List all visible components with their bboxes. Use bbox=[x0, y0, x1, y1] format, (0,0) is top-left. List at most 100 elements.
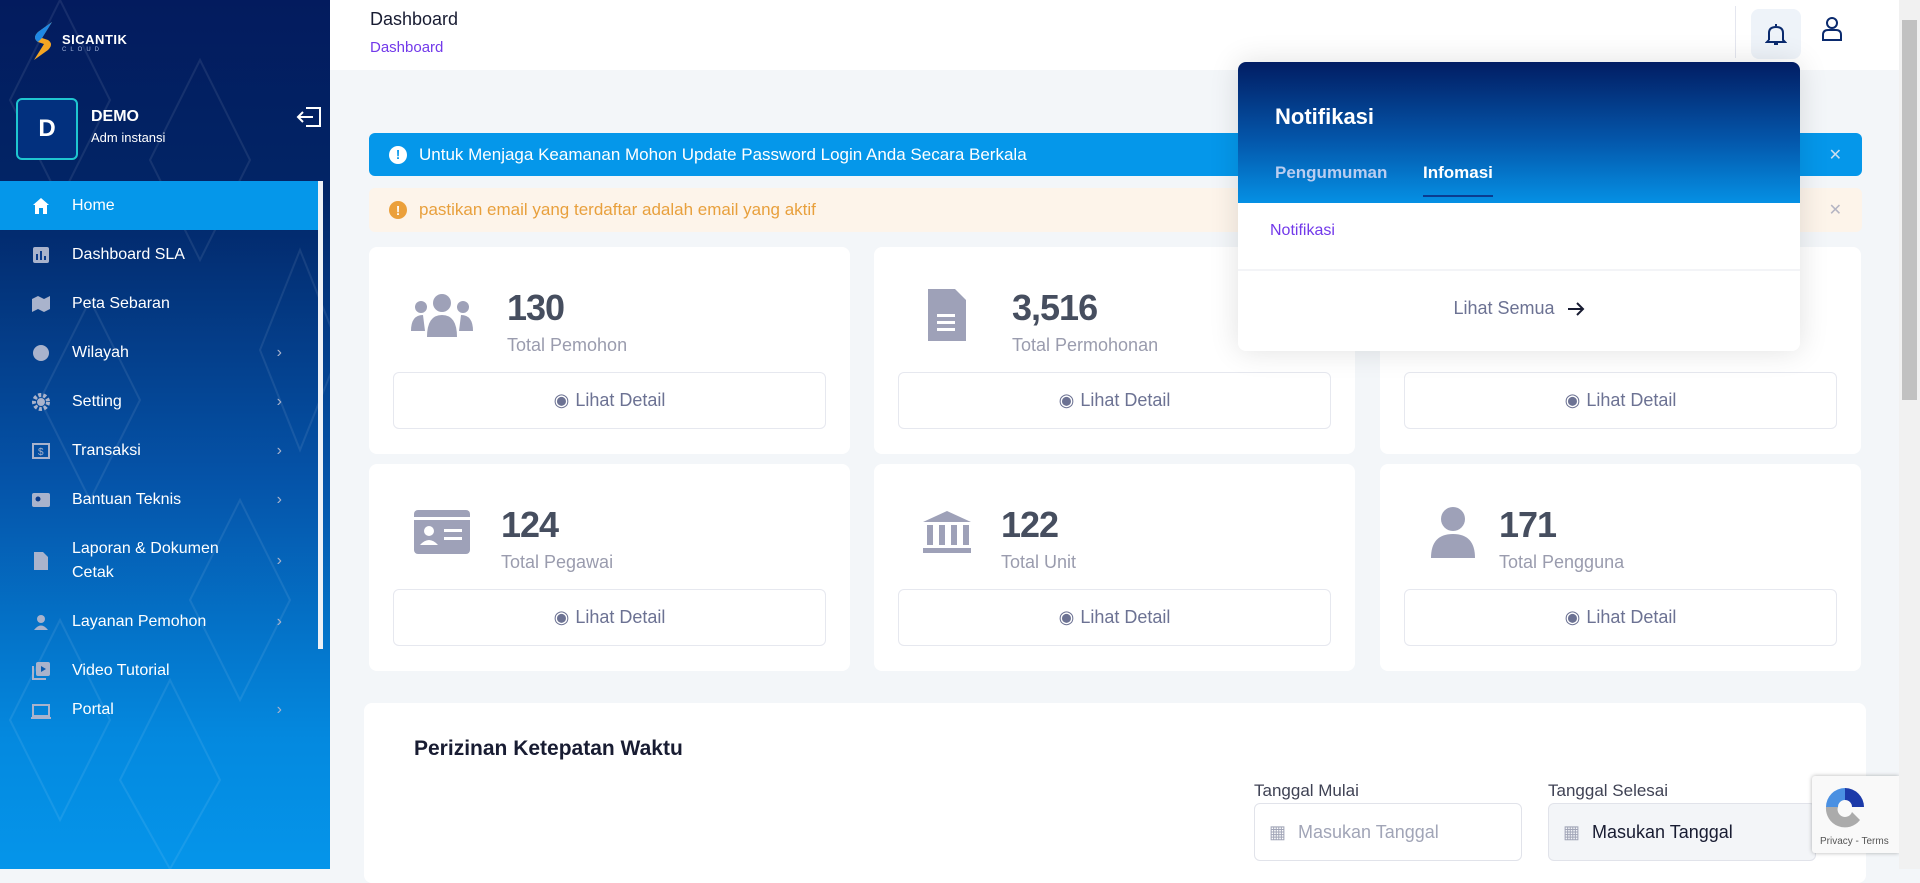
page-title: Dashboard bbox=[370, 9, 459, 29]
chevron-right-icon: › bbox=[276, 701, 282, 718]
sidebar-item-bantuan-teknis[interactable]: Bantuan Teknis › bbox=[0, 475, 318, 524]
stat-card-pemohon: 130 Total Pemohon ◉ Lihat Detail bbox=[369, 247, 850, 454]
user-name: DEMO bbox=[91, 108, 139, 125]
chevron-right-icon: › bbox=[276, 343, 282, 361]
stat-card-pegawai: 124 Total Pegawai ◉ Lihat Detail bbox=[369, 464, 850, 671]
sidebar-item-label: Portal bbox=[72, 701, 114, 718]
sidebar-item-label: Home bbox=[72, 196, 115, 214]
button-label: Lihat Detail bbox=[1586, 390, 1677, 410]
calendar-icon: ▦ bbox=[1269, 821, 1287, 842]
sidebar-scrollbar[interactable] bbox=[318, 181, 323, 649]
brand-name: SICANTIK bbox=[62, 31, 128, 47]
sidebar-item-video-tutorial[interactable]: Video Tutorial bbox=[0, 646, 318, 695]
tab-pengumuman[interactable]: Pengumuman bbox=[1275, 163, 1387, 195]
lihat-detail-button[interactable]: ◉ Lihat Detail bbox=[898, 372, 1331, 429]
arrow-right-icon bbox=[1567, 301, 1584, 316]
user-role: Adm instansi bbox=[91, 130, 166, 145]
chart-icon bbox=[30, 244, 52, 266]
sidebar-item-transaksi[interactable]: $ Transaksi › bbox=[0, 426, 318, 475]
sidebar-item-home[interactable]: Home bbox=[0, 181, 318, 230]
sidebar-item-setting[interactable]: Setting › bbox=[0, 377, 318, 426]
perizinan-panel: Perizinan Ketepatan Waktu Tanggal Mulai … bbox=[364, 703, 1866, 883]
lihat-detail-button[interactable]: ◉ Lihat Detail bbox=[393, 589, 826, 646]
placeholder: Masukan Tanggal bbox=[1298, 821, 1439, 842]
money-icon: $ bbox=[30, 440, 52, 462]
stat-value: 122 bbox=[1001, 504, 1059, 545]
bank-icon bbox=[914, 502, 980, 562]
chevron-right-icon: › bbox=[276, 612, 282, 630]
stat-label: Total Pemohon bbox=[507, 335, 628, 355]
id-card-icon bbox=[409, 502, 475, 562]
input-value: Masukan Tanggal bbox=[1592, 821, 1733, 842]
page-scrollbar[interactable] bbox=[1899, 0, 1920, 869]
stat-value: 3,516 bbox=[1012, 287, 1098, 328]
eye-icon: ◉ bbox=[553, 607, 570, 627]
brand-logo[interactable]: SICANTIK CLOUD bbox=[30, 20, 127, 64]
alert-text: Untuk Menjaga Keamanan Mohon Update Pass… bbox=[419, 144, 1027, 164]
lihat-detail-button[interactable]: ◉ Lihat Detail bbox=[1404, 372, 1837, 429]
document-icon bbox=[30, 550, 52, 572]
close-icon[interactable]: ✕ bbox=[1829, 145, 1842, 165]
close-icon[interactable]: ✕ bbox=[1829, 200, 1842, 220]
sidebar-item-layanan-pemohon[interactable]: Layanan Pemohon › bbox=[0, 597, 318, 646]
divider bbox=[1735, 6, 1736, 58]
lihat-detail-button[interactable]: ◉ Lihat Detail bbox=[1404, 589, 1837, 646]
end-date-input[interactable]: ▦ Masukan Tanggal bbox=[1548, 803, 1816, 861]
breadcrumb[interactable]: Dashboard bbox=[370, 39, 443, 56]
eye-icon: ◉ bbox=[1058, 607, 1075, 627]
sidebar-menu: Home Dashboard SLA Peta Sebaran Wilayah ›… bbox=[0, 181, 318, 723]
person-icon bbox=[30, 611, 52, 633]
logo-icon bbox=[34, 22, 52, 60]
exclamation-icon: ! bbox=[389, 145, 407, 164]
eye-icon: ◉ bbox=[1564, 390, 1581, 410]
video-icon bbox=[30, 660, 52, 682]
button-label: Lihat Detail bbox=[1080, 390, 1171, 410]
eye-icon: ◉ bbox=[1058, 390, 1075, 410]
sidebar-item-peta-sebaran[interactable]: Peta Sebaran bbox=[0, 279, 318, 328]
sidebar-item-dashboard-sla[interactable]: Dashboard SLA bbox=[0, 230, 318, 279]
lihat-detail-button[interactable]: ◉ Lihat Detail bbox=[898, 589, 1331, 646]
tab-infomasi[interactable]: Infomasi bbox=[1423, 163, 1493, 197]
user-profile-icon[interactable] bbox=[1820, 16, 1844, 42]
notification-button[interactable] bbox=[1751, 9, 1801, 59]
user-icon bbox=[1420, 502, 1486, 562]
sidebar-item-label: Video Tutorial bbox=[72, 661, 170, 679]
start-date-label: Tanggal Mulai bbox=[1254, 781, 1359, 800]
sidebar-item-label: Setting bbox=[72, 392, 122, 410]
stat-value: 130 bbox=[507, 287, 565, 328]
lihat-detail-button[interactable]: ◉ Lihat Detail bbox=[393, 372, 826, 429]
sidebar-item-portal[interactable]: Portal › bbox=[0, 695, 318, 723]
globe-icon bbox=[30, 342, 52, 364]
chevron-right-icon: › bbox=[276, 490, 282, 508]
button-label: Lihat Detail bbox=[1080, 607, 1171, 627]
stat-label: Total Permohonan bbox=[1012, 335, 1159, 355]
sidebar-item-wilayah[interactable]: Wilayah › bbox=[0, 328, 318, 377]
view-all-link[interactable]: Lihat Semua bbox=[1238, 298, 1800, 319]
start-date-input[interactable]: ▦ Masukan Tanggal bbox=[1254, 803, 1522, 861]
stat-label: Total Pengguna bbox=[1499, 552, 1625, 572]
panel-title: Perizinan Ketepatan Waktu bbox=[414, 737, 683, 760]
scrollbar-thumb[interactable] bbox=[1902, 20, 1917, 400]
exclamation-icon: ! bbox=[389, 201, 407, 219]
gear-icon bbox=[30, 391, 52, 413]
recaptcha-links[interactable]: Privacy - Terms bbox=[1820, 836, 1889, 847]
sidebar-item-label: Wilayah bbox=[72, 343, 129, 361]
recaptcha-badge[interactable]: Privacy - Terms bbox=[1812, 776, 1899, 853]
recaptcha-icon bbox=[1825, 788, 1864, 828]
bell-icon bbox=[1765, 24, 1787, 45]
logout-icon[interactable] bbox=[296, 106, 322, 128]
notification-item[interactable]: Notifikasi bbox=[1270, 222, 1335, 240]
sidebar-item-laporan-dokumen-cetak[interactable]: Laporan & Dokumen Cetak › bbox=[0, 524, 318, 597]
divider bbox=[1238, 269, 1800, 271]
eye-icon: ◉ bbox=[553, 390, 570, 410]
notification-header: Notifikasi Pengumuman Infomasi bbox=[1238, 62, 1800, 203]
topbar: Dashboard Dashboard bbox=[330, 0, 1899, 70]
chevron-right-icon: › bbox=[276, 441, 282, 459]
sidebar-item-label: Dashboard SLA bbox=[72, 245, 185, 263]
view-all-label: Lihat Semua bbox=[1453, 298, 1555, 318]
button-label: Lihat Detail bbox=[575, 390, 666, 410]
sidebar-item-label: Laporan & Dokumen Cetak bbox=[72, 539, 219, 581]
eye-icon: ◉ bbox=[1564, 607, 1581, 627]
notification-title: Notifikasi bbox=[1275, 104, 1375, 129]
button-label: Lihat Detail bbox=[1586, 607, 1677, 627]
